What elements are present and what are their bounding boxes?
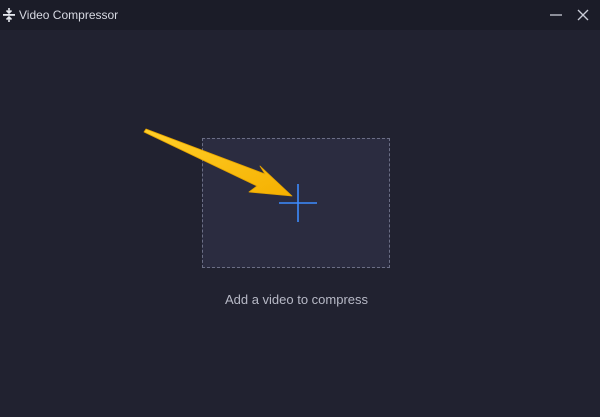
window-title: Video Compressor xyxy=(19,8,119,22)
add-video-hint: Add a video to compress xyxy=(224,292,369,307)
close-button[interactable] xyxy=(573,5,593,25)
plus-icon[interactable] xyxy=(278,183,318,223)
minimize-button[interactable] xyxy=(546,5,566,25)
compress-icon xyxy=(3,8,15,22)
title-bar: Video Compressor xyxy=(0,0,600,30)
add-video-drop-zone[interactable] xyxy=(202,138,390,268)
minimize-icon xyxy=(550,14,562,16)
close-icon xyxy=(577,9,589,21)
video-compressor-window: Video Compressor Add a video to compress xyxy=(0,0,600,417)
